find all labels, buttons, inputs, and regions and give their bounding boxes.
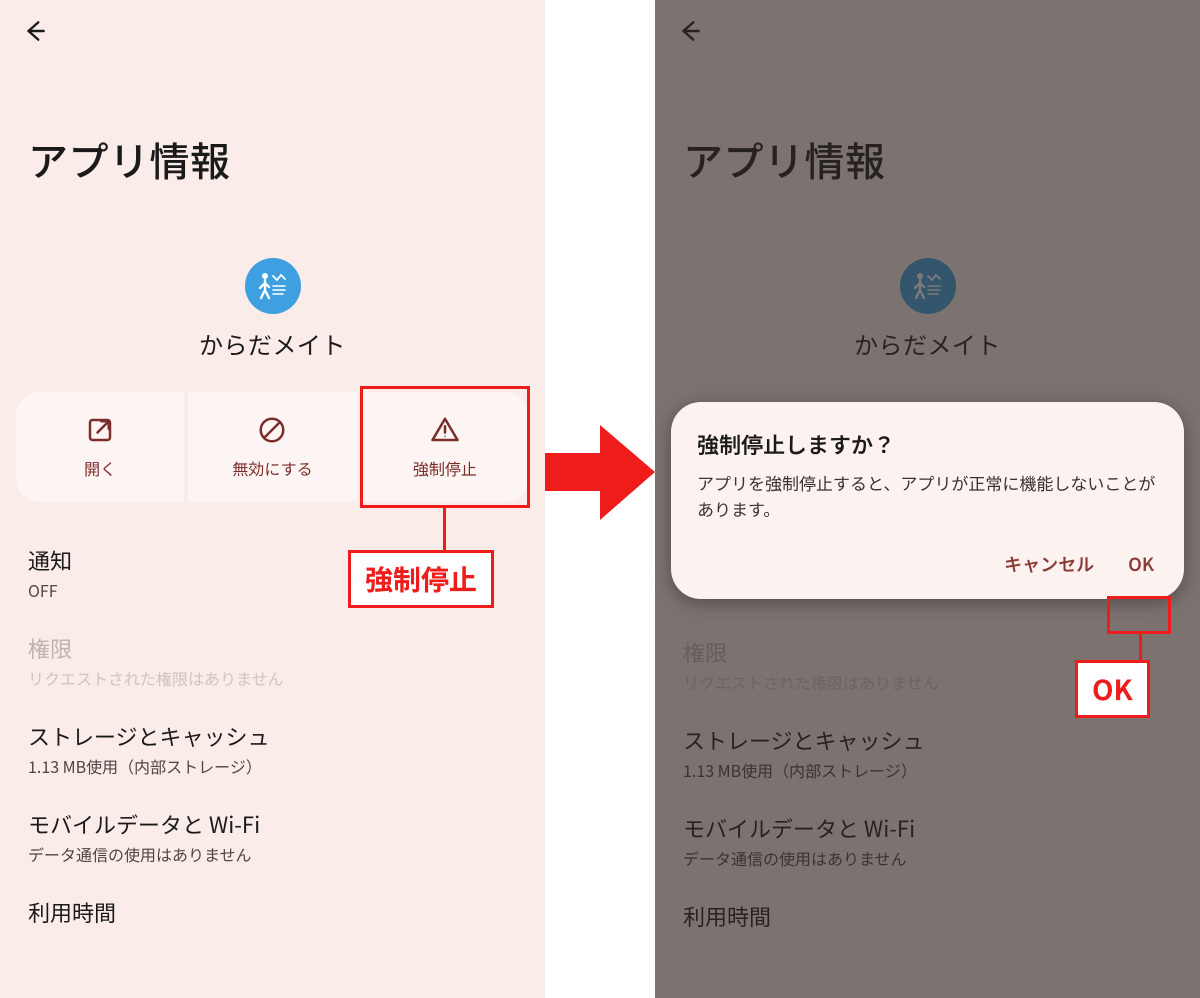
storage-title: ストレージとキャッシュ bbox=[28, 720, 517, 752]
permissions-title: 権限 bbox=[28, 632, 517, 664]
back-button[interactable] bbox=[22, 18, 48, 49]
cancel-button[interactable]: キャンセル bbox=[1000, 545, 1098, 583]
list-item-notifications[interactable]: 通知 OFF bbox=[28, 544, 517, 602]
open-label: 開く bbox=[84, 456, 116, 480]
notifications-value: OFF bbox=[28, 578, 517, 602]
warning-icon bbox=[430, 415, 460, 450]
arrow-right-icon bbox=[545, 425, 655, 525]
notifications-title: 通知 bbox=[28, 544, 517, 576]
disable-button[interactable]: 無効にする bbox=[188, 392, 356, 502]
list-item-screentime[interactable]: 利用時間 bbox=[28, 896, 517, 928]
permissions-value: リクエストされた権限はありません bbox=[28, 666, 517, 690]
dialog-body: アプリを強制停止すると、アプリが正常に機能しないことがあります。 bbox=[697, 470, 1158, 523]
force-stop-button[interactable]: 強制停止 bbox=[361, 392, 529, 502]
disable-label: 無効にする bbox=[232, 456, 312, 480]
action-row: 開く 無効にする 強制停止 bbox=[16, 392, 529, 502]
screentime-title: 利用時間 bbox=[28, 896, 517, 928]
ok-button[interactable]: OK bbox=[1124, 545, 1158, 583]
list-item-permissions: 権限 リクエストされた権限はありません bbox=[28, 632, 517, 690]
connector-line bbox=[1139, 632, 1142, 662]
screen-app-info-left: アプリ情報 からだメイト 開く 無効にする bbox=[0, 0, 545, 998]
transition-gap bbox=[545, 0, 655, 998]
screen-app-info-right: アプリ情報 からだメイト 権限 リクエストされた権限はありません ストレージとキ… bbox=[655, 0, 1200, 998]
list-item-storage[interactable]: ストレージとキャッシュ 1.13 MB使用（内部ストレージ） bbox=[28, 720, 517, 778]
list-item-mobiledata[interactable]: モバイルデータと Wi-Fi データ通信の使用はありません bbox=[28, 808, 517, 866]
callout-ok: OK bbox=[1075, 660, 1150, 718]
mobiledata-title: モバイルデータと Wi-Fi bbox=[28, 808, 517, 840]
open-button[interactable]: 開く bbox=[16, 392, 184, 502]
storage-value: 1.13 MB使用（内部ストレージ） bbox=[28, 754, 517, 778]
app-name: からだメイト bbox=[0, 326, 545, 361]
force-stop-label: 強制停止 bbox=[413, 456, 477, 480]
open-icon bbox=[85, 415, 115, 450]
disable-icon bbox=[257, 415, 287, 450]
dialog-title: 強制停止しますか？ bbox=[697, 428, 1158, 460]
app-icon bbox=[245, 258, 301, 314]
force-stop-dialog: 強制停止しますか？ アプリを強制停止すると、アプリが正常に機能しないことがありま… bbox=[671, 402, 1184, 599]
mobiledata-value: データ通信の使用はありません bbox=[28, 842, 517, 866]
page-title: アプリ情報 bbox=[28, 130, 231, 188]
